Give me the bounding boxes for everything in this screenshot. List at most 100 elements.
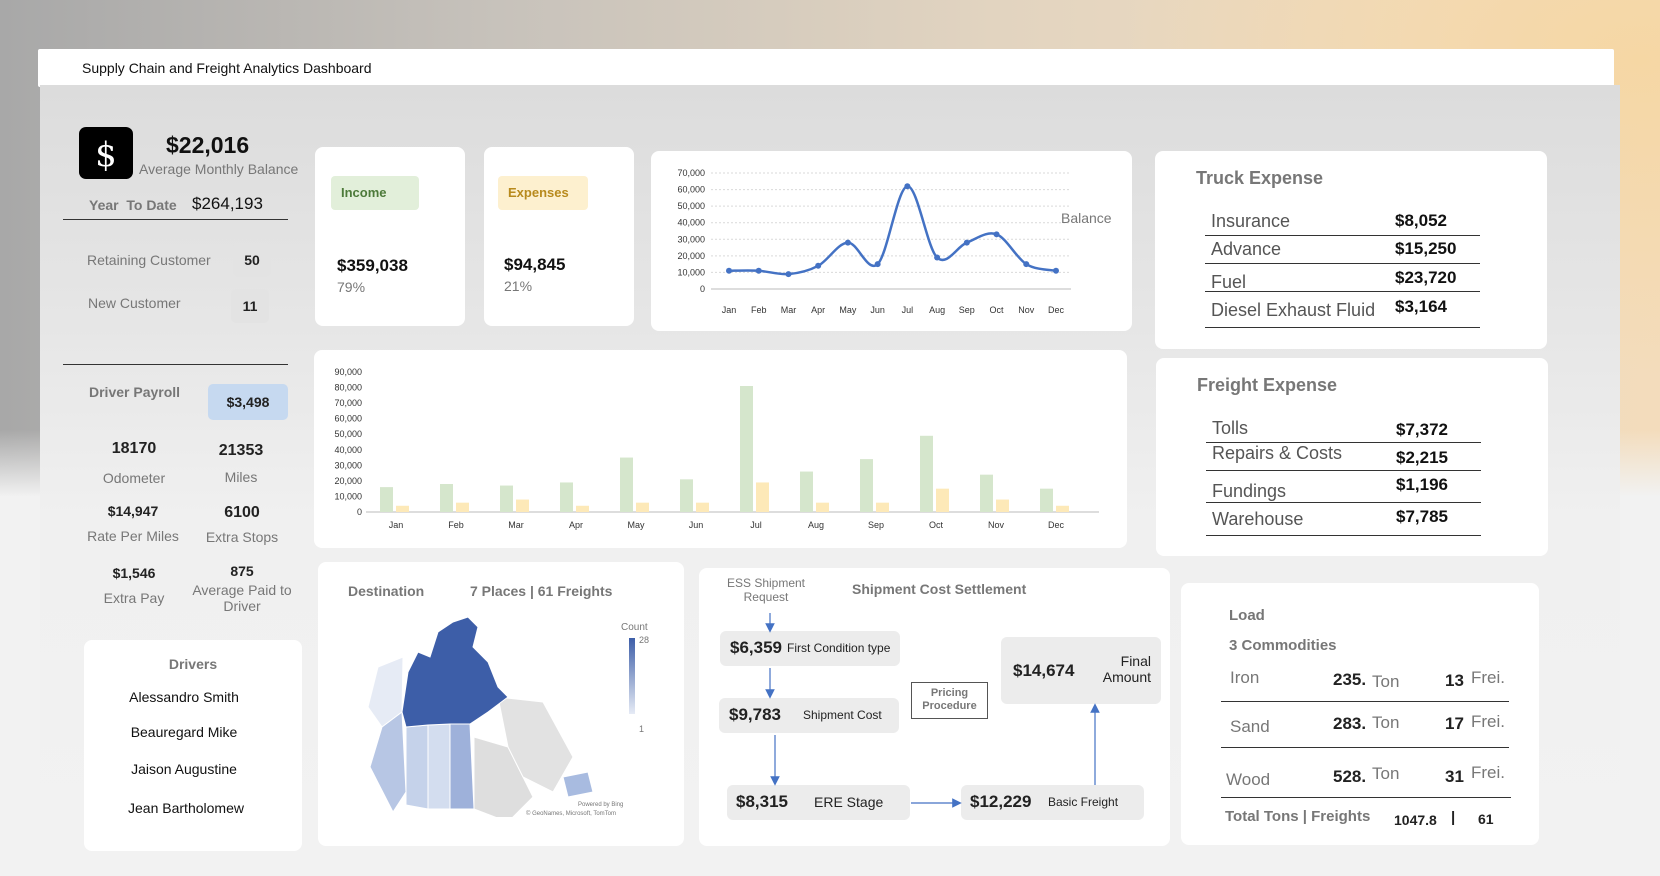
x-tick-label: May bbox=[627, 520, 645, 530]
ere-stage-label: ERE Stage bbox=[814, 794, 884, 810]
balance-series-label: Balance bbox=[1061, 210, 1112, 226]
driver-name[interactable]: Jaison Augustine bbox=[84, 761, 284, 777]
commodity-freights: 13 bbox=[1445, 671, 1464, 690]
balance-data-point bbox=[815, 262, 822, 269]
income-bar bbox=[500, 485, 513, 512]
income-value: $359,038 bbox=[337, 256, 408, 275]
shipment-cost-value: $9,783 bbox=[729, 705, 781, 724]
x-tick-label: Jun bbox=[870, 305, 885, 315]
map-region-atlantic[interactable] bbox=[562, 771, 594, 798]
ess-shipment-label: ESS Shipment Request bbox=[726, 576, 806, 604]
map-region-alberta[interactable] bbox=[405, 724, 429, 810]
expenses-percent: 21% bbox=[504, 278, 533, 294]
expense-value: $23,720 bbox=[1395, 268, 1457, 287]
expense-label: Fundings bbox=[1212, 481, 1287, 501]
expenses-value: $94,845 bbox=[504, 255, 566, 274]
expense-label: Insurance bbox=[1211, 211, 1291, 231]
income-bar bbox=[620, 457, 633, 512]
x-tick-label: Oct bbox=[990, 305, 1005, 315]
driver-payroll-value: $3,498 bbox=[208, 384, 288, 420]
pricing-procedure-box: Pricing Procedure bbox=[911, 682, 988, 719]
expense-bar bbox=[936, 488, 949, 512]
drivers-card: Drivers Alessandro Smith Beauregard Mike… bbox=[84, 640, 302, 851]
commodity-tons: 235. bbox=[1333, 670, 1367, 689]
load-title: Load bbox=[1229, 607, 1265, 624]
x-tick-label: Jan bbox=[389, 520, 404, 530]
shipment-cost-label: Shipment Cost bbox=[803, 708, 882, 722]
extra-stops-label: Extra Stops bbox=[205, 529, 279, 545]
balance-data-point bbox=[726, 267, 732, 274]
map-credit-providers: © GeoNames, Microsoft, TomTom bbox=[526, 811, 616, 817]
truck-expense-title: Truck Expense bbox=[1196, 168, 1324, 188]
load-total-tons: 1047.8 bbox=[1394, 812, 1437, 828]
x-tick-label: Mar bbox=[508, 520, 524, 530]
y-tick-label: 40,000 bbox=[334, 445, 362, 455]
balance-data-point bbox=[934, 254, 941, 261]
expense-value: $3,164 bbox=[1395, 297, 1447, 316]
map-region-sask[interactable] bbox=[427, 723, 451, 810]
x-tick-label: Dec bbox=[1048, 520, 1065, 530]
freight-expense-title: Freight Expense bbox=[1197, 375, 1338, 395]
driver-name[interactable]: Alessandro Smith bbox=[84, 689, 284, 705]
driver-name[interactable]: Jean Bartholomew bbox=[86, 800, 286, 816]
load-total-separator: | bbox=[1451, 809, 1456, 826]
income-bar bbox=[920, 435, 933, 512]
truck-expense-row: Diesel Exhaust Fluid $3,164 bbox=[1205, 291, 1480, 328]
map-region-bc[interactable] bbox=[369, 711, 407, 813]
y-tick-label: 30,000 bbox=[334, 460, 362, 470]
expenses-card: Expenses $94,845 21% bbox=[484, 147, 634, 326]
x-tick-label: Sep bbox=[959, 305, 975, 315]
x-tick-label: Mar bbox=[781, 305, 797, 315]
income-percent: 79% bbox=[337, 279, 366, 295]
income-bar bbox=[380, 487, 393, 512]
freight-expense-row: Fundings $1,196 bbox=[1206, 470, 1481, 503]
expense-label: Diesel Exhaust Fluid bbox=[1211, 300, 1376, 320]
balance-line-chart: 70,000 60,000 50,000 40,000 30,000 20,000 10,0… bbox=[677, 168, 1112, 315]
x-tick-label: Jul bbox=[750, 520, 762, 530]
avg-monthly-balance-label: Average Monthly Balance bbox=[139, 161, 299, 177]
income-bar bbox=[800, 471, 813, 512]
balance-data-point bbox=[874, 261, 881, 268]
first-condition-value: $6,359 bbox=[730, 638, 782, 657]
x-tick-label: Feb bbox=[751, 305, 767, 315]
truck-expense-card: Truck Expense Insurance $8,052 Advance $… bbox=[1155, 151, 1547, 349]
expense-label: Warehouse bbox=[1212, 509, 1304, 529]
commodity-frei-unit: Frei. bbox=[1471, 763, 1505, 782]
commodity-freights: 31 bbox=[1445, 767, 1464, 786]
map-region-manitoba[interactable] bbox=[449, 723, 475, 810]
x-tick-label: Jan bbox=[722, 305, 737, 315]
driver-name[interactable]: Beauregard Mike bbox=[84, 724, 284, 740]
expense-bar bbox=[516, 499, 529, 512]
commodity-ton-unit: Ton bbox=[1372, 713, 1400, 732]
expense-label: Tolls bbox=[1212, 418, 1249, 438]
expense-label: Advance bbox=[1211, 239, 1282, 259]
x-tick-label: Nov bbox=[1018, 305, 1035, 315]
monthly-bar-chart-card: 90,000 80,000 70,000 60,000 50,000 40,000 30,0… bbox=[314, 350, 1127, 548]
ytd-value: $264,193 bbox=[192, 194, 263, 213]
retaining-customer-label: Retaining Customer bbox=[87, 252, 211, 268]
map-legend-gradient bbox=[629, 638, 635, 714]
expense-bar bbox=[876, 502, 889, 512]
final-amount-box: $14,674 Final Amount bbox=[1001, 637, 1161, 704]
commodity-name: Wood bbox=[1226, 770, 1271, 789]
basic-freight-value: $12,229 bbox=[970, 792, 1032, 811]
commodity-name: Iron bbox=[1230, 668, 1260, 687]
x-tick-label: Jul bbox=[902, 305, 914, 315]
y-tick-label: 90,000 bbox=[334, 367, 362, 377]
shipment-card: ESS Shipment Request Shipment Cost Settl… bbox=[699, 568, 1170, 846]
canada-map[interactable] bbox=[358, 617, 608, 817]
map-region-north[interactable] bbox=[401, 617, 509, 728]
truck-expense-row: Insurance $8,052 bbox=[1205, 207, 1480, 236]
odometer-value: 18170 bbox=[111, 440, 157, 457]
odometer-label: Odometer bbox=[102, 470, 166, 486]
x-tick-label: Aug bbox=[808, 520, 824, 530]
income-bar bbox=[440, 484, 453, 512]
commodity-tons: 283. bbox=[1333, 714, 1367, 733]
commodity-row: Sand 283. Ton 17 Frei. bbox=[1221, 701, 1509, 748]
y-tick-label: 60,000 bbox=[677, 185, 705, 195]
income-badge: Income bbox=[331, 176, 419, 210]
y-tick-label: 80,000 bbox=[334, 383, 362, 393]
expense-value: $1,196 bbox=[1396, 475, 1448, 494]
map-credit-bing: Powered by Bing bbox=[578, 802, 624, 808]
expense-bar bbox=[576, 505, 589, 512]
